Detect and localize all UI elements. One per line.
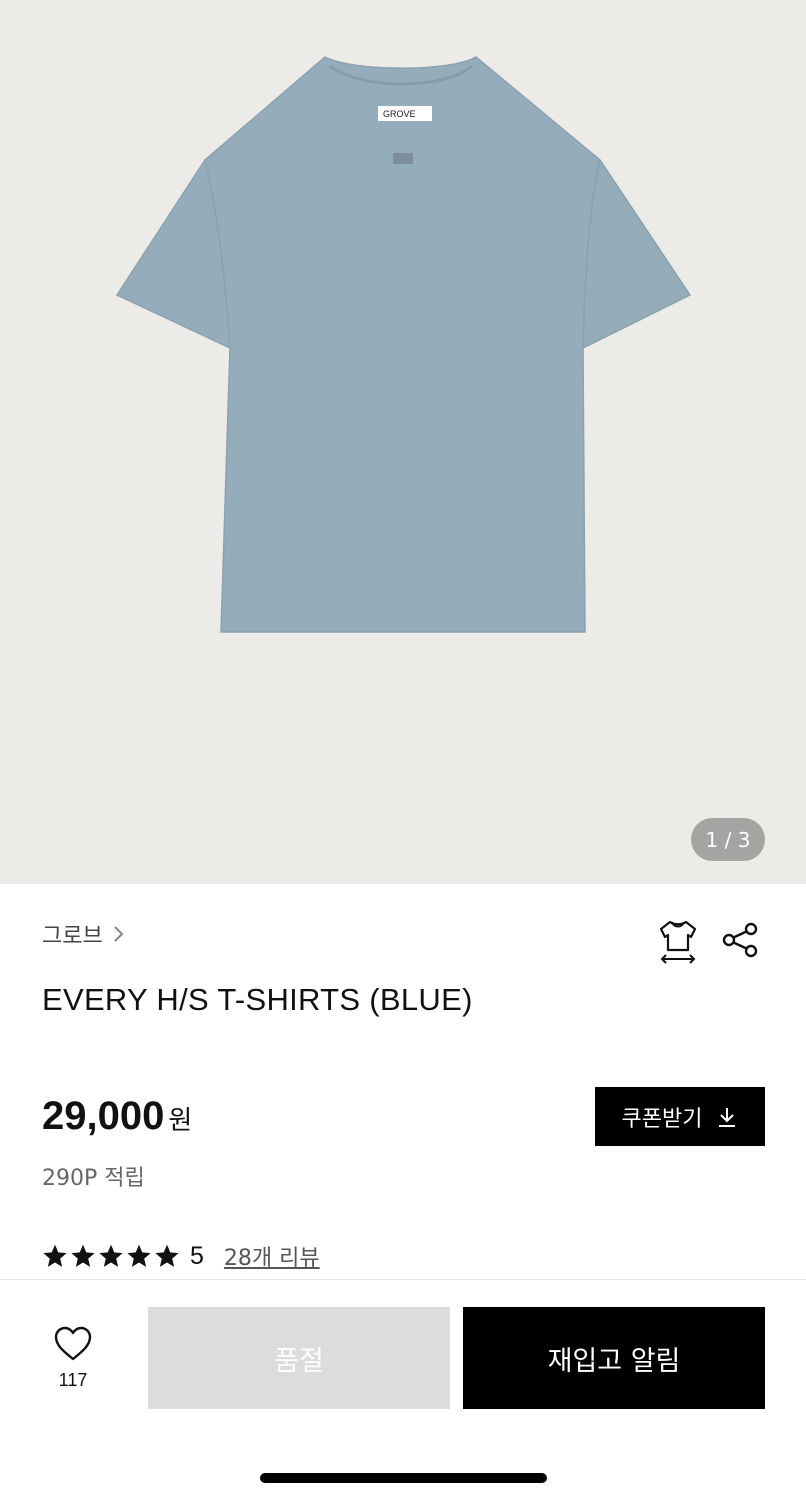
restock-alert-button[interactable]: 재입고 알림 bbox=[463, 1307, 765, 1409]
product-image: GROVE bbox=[115, 56, 692, 633]
price-amount: 29,000 bbox=[42, 1094, 165, 1138]
brand-name: 그로브 bbox=[42, 924, 103, 949]
rating-value: 5 bbox=[190, 1241, 204, 1270]
home-indicator bbox=[260, 1473, 547, 1483]
tshirt-size-icon[interactable] bbox=[658, 918, 698, 964]
wishlist-button[interactable]: 117 bbox=[42, 1326, 104, 1391]
price-currency: 원 bbox=[168, 1106, 193, 1136]
reward-points: 290P 적립 bbox=[42, 1166, 145, 1191]
image-pager: 1 / 3 bbox=[691, 818, 765, 861]
download-icon bbox=[719, 1107, 736, 1127]
share-icon[interactable] bbox=[720, 920, 760, 960]
star-icon bbox=[99, 1244, 123, 1267]
review-link[interactable]: 28개 리뷰 bbox=[224, 1240, 320, 1272]
rating-stars bbox=[42, 1243, 180, 1269]
wish-count: 117 bbox=[58, 1370, 88, 1390]
soldout-button[interactable]: 품절 bbox=[148, 1307, 450, 1409]
brand-tag-text: GROVE bbox=[383, 109, 416, 119]
brand-link[interactable]: 그로브 bbox=[42, 918, 127, 950]
product-title: EVERY H/S T-SHIRTS (BLUE) bbox=[42, 982, 473, 1017]
heart-icon bbox=[54, 1326, 92, 1361]
star-icon bbox=[155, 1244, 179, 1267]
star-icon bbox=[71, 1244, 95, 1267]
price: 29,000 원 bbox=[42, 1094, 192, 1139]
product-image-gallery[interactable]: GROVE 1 / 3 bbox=[0, 0, 806, 884]
star-icon bbox=[127, 1244, 151, 1267]
star-icon bbox=[43, 1244, 67, 1267]
coupon-label: 쿠폰받기 bbox=[621, 1106, 703, 1132]
rating-summary: 5 28개 리뷰 bbox=[42, 1240, 320, 1272]
divider bbox=[0, 1279, 806, 1280]
chevron-right-icon bbox=[114, 926, 124, 942]
coupon-download-button[interactable]: 쿠폰받기 bbox=[595, 1087, 765, 1146]
